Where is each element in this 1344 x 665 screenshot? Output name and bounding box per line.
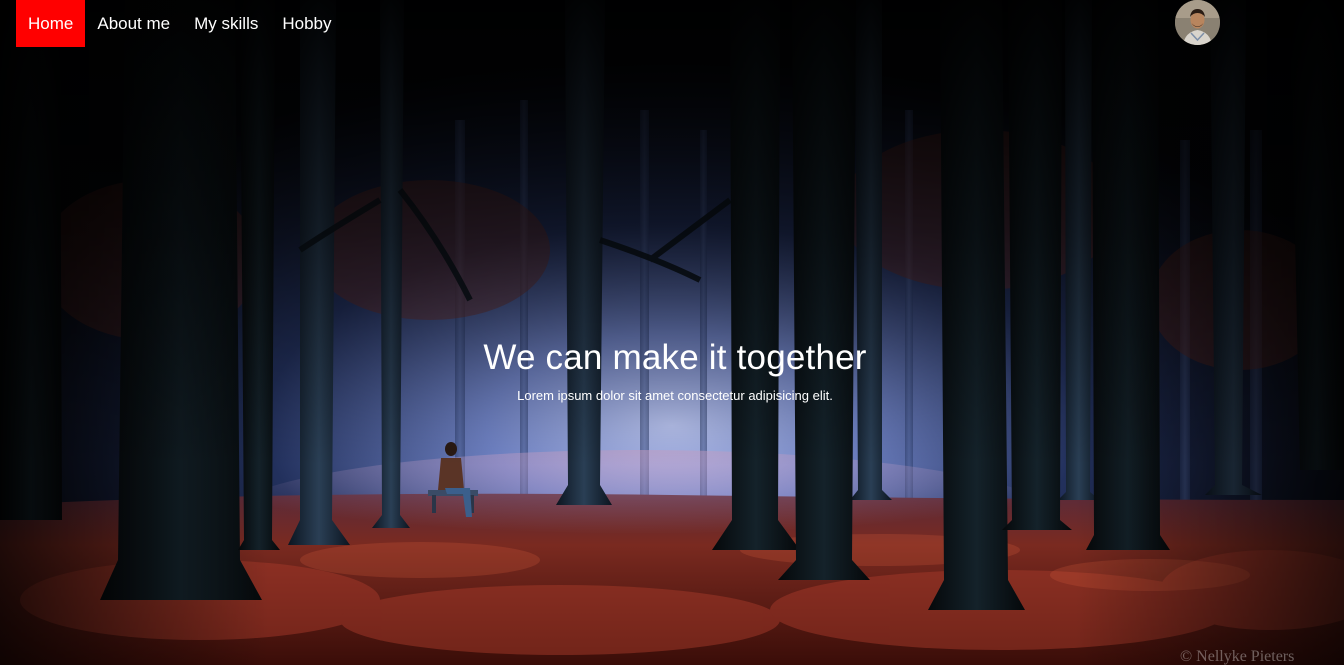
hero-section: We can make it together Lorem ipsum dolo…	[0, 334, 1344, 405]
photo-watermark: © Nellyke Pieters	[1180, 648, 1295, 665]
nav-item-home[interactable]: Home	[16, 0, 86, 47]
nav-item-about-me[interactable]: About me	[85, 0, 182, 47]
nav-item-my-skills[interactable]: My skills	[182, 0, 270, 47]
nav-menu: Home About me My skills Hobby	[16, 0, 343, 47]
profile-photo-icon	[1175, 0, 1220, 45]
hero-subtitle: Lorem ipsum dolor sit amet consectetur a…	[517, 388, 833, 403]
page: © Nellyke Pieters Home About me My skill…	[0, 0, 1344, 665]
avatar[interactable]	[1175, 0, 1220, 45]
hero-background-image	[0, 0, 1344, 665]
nav-item-hobby[interactable]: Hobby	[270, 0, 343, 47]
hero-title: We can make it together	[483, 338, 867, 377]
top-navbar: Home About me My skills Hobby	[0, 0, 1344, 47]
